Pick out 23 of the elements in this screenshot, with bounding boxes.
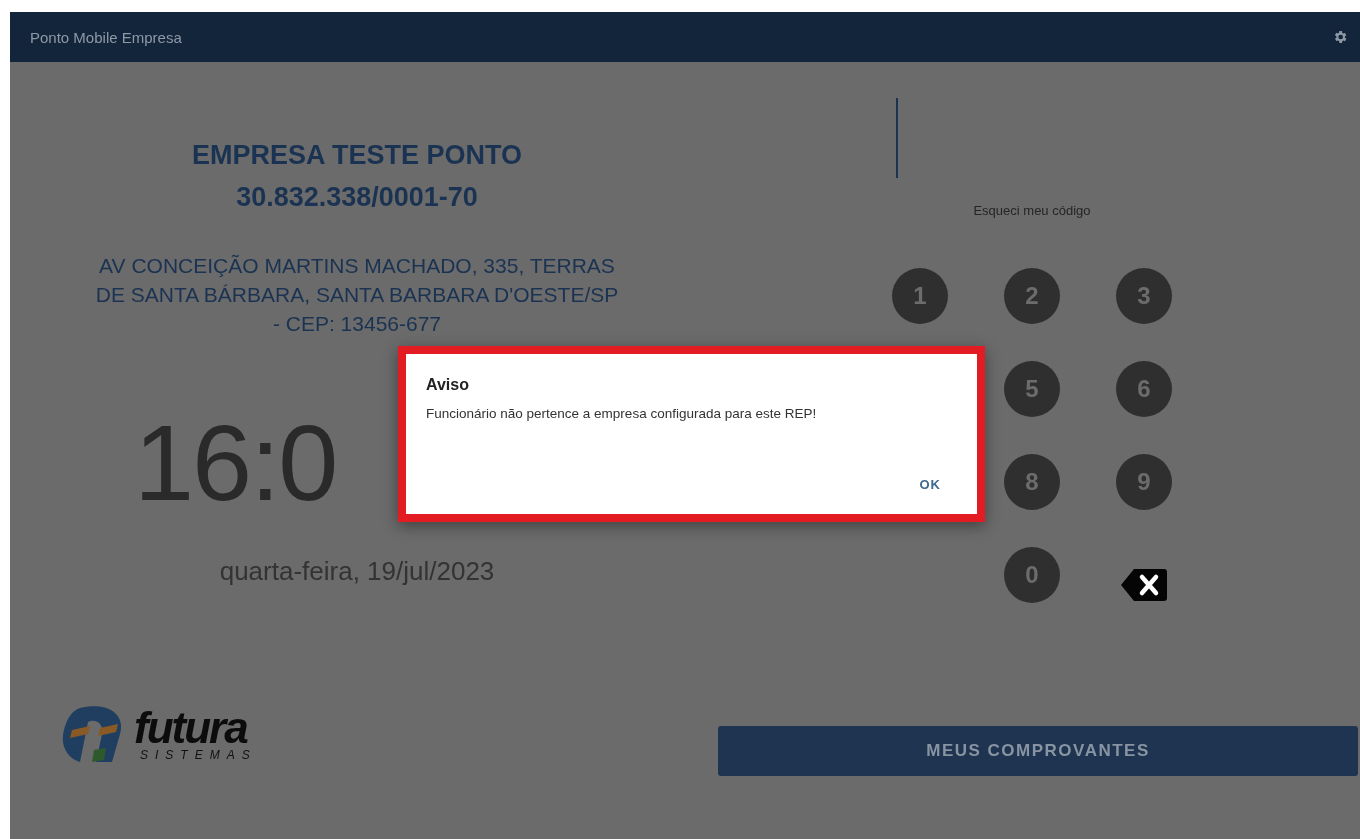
keypad-key[interactable]: 1 xyxy=(892,268,948,324)
logo-tagline: SISTEMAS xyxy=(139,748,257,762)
keypad-key[interactable]: 5 xyxy=(1004,361,1060,417)
ok-button[interactable]: OK xyxy=(915,473,945,496)
keypad-key[interactable]: 2 xyxy=(1004,268,1060,324)
dialog-message: Funcionário não pertence a empresa configurada para este REP! xyxy=(426,406,818,421)
company-address: AV CONCEIÇÃO MARTINS MACHADO, 335, TERRAS DE SANTA BÁRBARA, SANTA BARBARA D'OESTE/SP - CEP: 13456-677 xyxy=(95,253,619,337)
receipts-button[interactable]: MEUS COMPROVANTES xyxy=(718,726,1358,776)
company-cnpj: 30.832.338/0001-70 xyxy=(236,181,478,214)
clock-time: 16:0 xyxy=(134,408,337,518)
logo-wordmark: futura xyxy=(134,708,248,748)
clock-date: quarta-feira, 19/jul/2023 xyxy=(219,556,495,587)
dialog-title: Aviso xyxy=(426,376,470,394)
keypad-key[interactable]: 8 xyxy=(1004,454,1060,510)
company-name: EMPRESA TESTE PONTO xyxy=(191,139,523,172)
backspace-icon[interactable] xyxy=(1120,567,1168,603)
keypad-key[interactable]: 3 xyxy=(1116,268,1172,324)
keypad-key[interactable]: 0 xyxy=(1004,547,1060,603)
settings-icon[interactable] xyxy=(1332,29,1348,45)
keypad-key[interactable]: 6 xyxy=(1116,361,1172,417)
keypad-key[interactable]: 9 xyxy=(1116,454,1172,510)
forgot-code-link[interactable]: Esqueci meu código xyxy=(973,203,1091,218)
app-title: Ponto Mobile Empresa xyxy=(30,28,182,46)
